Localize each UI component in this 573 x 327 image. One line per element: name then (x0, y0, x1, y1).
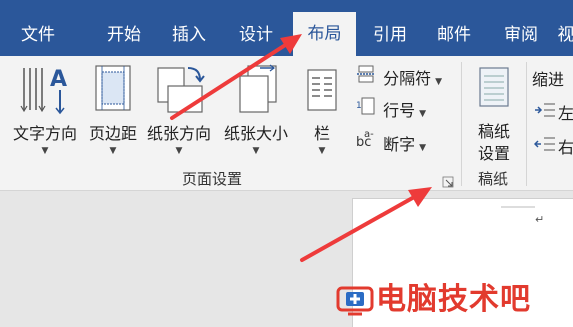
watermark-text: 电脑技术吧 (376, 282, 531, 317)
arrow-to-launcher (300, 194, 418, 262)
watermark-logo-icon (336, 286, 374, 315)
arrow-to-layout-tab (170, 40, 292, 120)
watermark: 电脑技术吧 (336, 274, 531, 318)
